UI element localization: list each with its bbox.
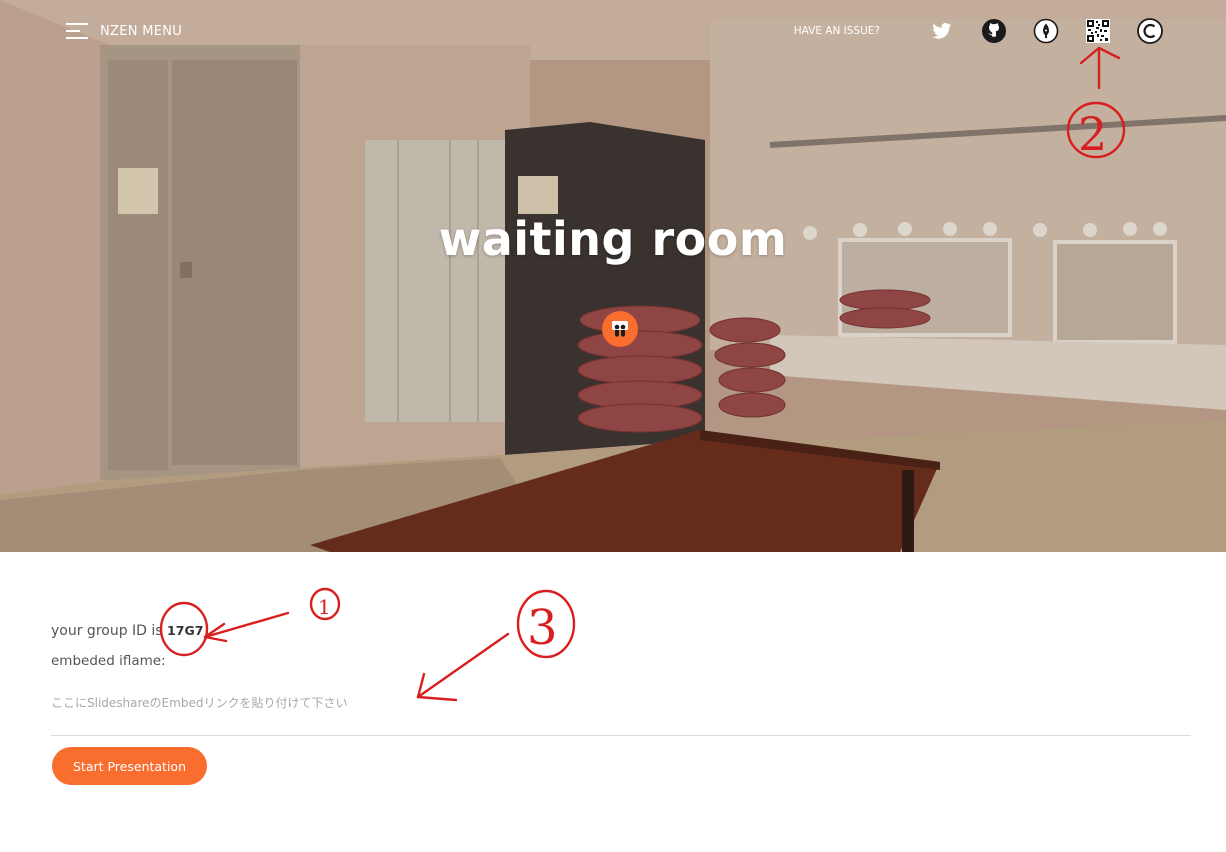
github-link[interactable] xyxy=(978,15,1010,47)
nav-menu-button[interactable]: NZEN MENU xyxy=(66,20,182,42)
start-presentation-button[interactable]: Start Presentation xyxy=(52,747,207,785)
github-icon xyxy=(982,19,1006,43)
embed-iframe-label: embeded iflame: xyxy=(51,653,166,669)
pen-nib-link[interactable] xyxy=(1030,15,1062,47)
hamburger-icon xyxy=(66,22,88,40)
qr-code-link[interactable] xyxy=(1082,15,1114,47)
annotation-1-label: 1 xyxy=(318,595,331,619)
slideshare-icon xyxy=(612,321,628,337)
copyright-icon xyxy=(1137,18,1163,44)
annotation-circle-3 xyxy=(516,589,576,659)
group-id-line: your group ID is 17G7 xyxy=(51,623,203,639)
hero-banner: NZEN MENU HAVE AN ISSUE? waiting room xyxy=(0,0,1226,552)
pen-nib-icon xyxy=(1033,18,1059,44)
copyright-link[interactable] xyxy=(1134,15,1166,47)
waiting-room-photo xyxy=(0,0,1226,552)
page-title: waiting room xyxy=(438,212,788,266)
embed-link-input[interactable] xyxy=(51,688,1191,736)
have-an-issue-link[interactable]: HAVE AN ISSUE? xyxy=(794,25,880,37)
group-id-value: 17G7 xyxy=(167,623,204,638)
nav-menu-label: NZEN MENU xyxy=(100,23,183,39)
twitter-link[interactable] xyxy=(926,15,958,47)
header-links: HAVE AN ISSUE? xyxy=(794,15,1166,47)
group-id-prefix: your group ID is xyxy=(51,623,163,639)
annotation-arrow-1 xyxy=(203,611,290,639)
twitter-icon xyxy=(932,23,952,39)
annotation-3-label: 3 xyxy=(527,600,558,656)
qr-code-icon xyxy=(1086,19,1110,43)
slideshare-button[interactable] xyxy=(602,311,638,347)
